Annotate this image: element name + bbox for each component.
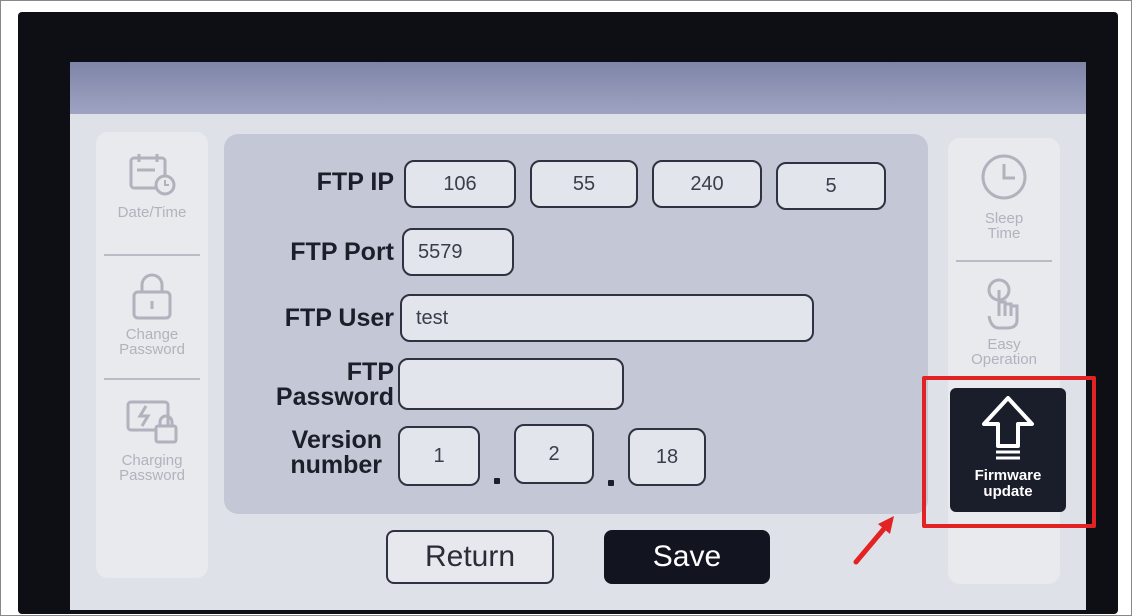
- divider: [104, 378, 200, 380]
- sidebar-item-label: Sleep: [984, 210, 1024, 227]
- charging-lock-icon: [126, 400, 178, 444]
- sidebar-item-change-password[interactable]: Change Password: [96, 272, 208, 357]
- sidebar-item-label: Password: [119, 467, 185, 484]
- ftp-password-label-line1: FTP: [346, 358, 394, 386]
- ftp-password-input[interactable]: [398, 358, 624, 410]
- left-sidebar: Date/Time Change Password Charging Passw…: [96, 132, 208, 578]
- sidebar-item-sleep-time[interactable]: Sleep Time: [948, 152, 1060, 241]
- sidebar-item-label: Time: [987, 225, 1021, 242]
- return-button[interactable]: Return: [386, 530, 554, 584]
- ftp-ip-label: FTP IP: [316, 168, 394, 196]
- version-label-line2: number: [290, 451, 382, 479]
- save-button[interactable]: Save: [604, 530, 770, 584]
- ftp-ip-octet-3[interactable]: 240: [652, 160, 762, 208]
- ftp-ip-octet-1[interactable]: 106: [404, 160, 516, 208]
- sidebar-item-label: Change: [125, 326, 179, 343]
- annotation-arrow-icon: [853, 516, 894, 565]
- sidebar-item-label: Easy: [987, 336, 1021, 353]
- sidebar-item-label: Operation: [971, 351, 1037, 368]
- sidebar-item-label: Charging: [121, 452, 183, 469]
- sidebar-item-easy-operation[interactable]: Easy Operation: [948, 276, 1060, 367]
- version-separator-dot: [494, 478, 500, 484]
- version-minor-input[interactable]: 2: [514, 424, 594, 484]
- ftp-port-input[interactable]: 5579: [402, 228, 514, 276]
- version-separator-dot: [608, 480, 614, 486]
- annotation-highlight-box: [922, 376, 1096, 528]
- ftp-ip-octet-2[interactable]: 55: [530, 160, 638, 208]
- sidebar-item-date-time[interactable]: Date/Time: [96, 152, 208, 220]
- version-patch-input[interactable]: 18: [628, 428, 706, 486]
- sidebar-item-label: Password: [119, 341, 185, 358]
- sidebar-item-charging-password[interactable]: Charging Password: [96, 396, 208, 483]
- title-bar: [70, 62, 1086, 114]
- ftp-password-label: FTP Password: [244, 360, 394, 410]
- sidebar-item-label: Date/Time: [117, 204, 187, 221]
- ftp-settings-panel: FTP IP 106 55 240 5 FTP Port 5579 FTP Us…: [224, 134, 928, 514]
- clock-icon: [981, 154, 1027, 200]
- calendar-clock-icon: [129, 154, 176, 196]
- ftp-ip-octet-4[interactable]: 5: [776, 162, 886, 210]
- ftp-password-label-line2: Password: [275, 383, 394, 411]
- ftp-port-label: FTP Port: [290, 238, 394, 266]
- hand-tap-icon: [987, 278, 1019, 330]
- version-number-label: Version number: [244, 428, 382, 478]
- version-label-line1: Version: [291, 426, 382, 454]
- version-major-input[interactable]: 1: [398, 426, 480, 486]
- lock-icon: [132, 273, 172, 320]
- divider: [956, 260, 1052, 262]
- divider: [104, 254, 200, 256]
- ftp-user-label: FTP User: [284, 304, 394, 332]
- ftp-user-input[interactable]: test: [400, 294, 814, 342]
